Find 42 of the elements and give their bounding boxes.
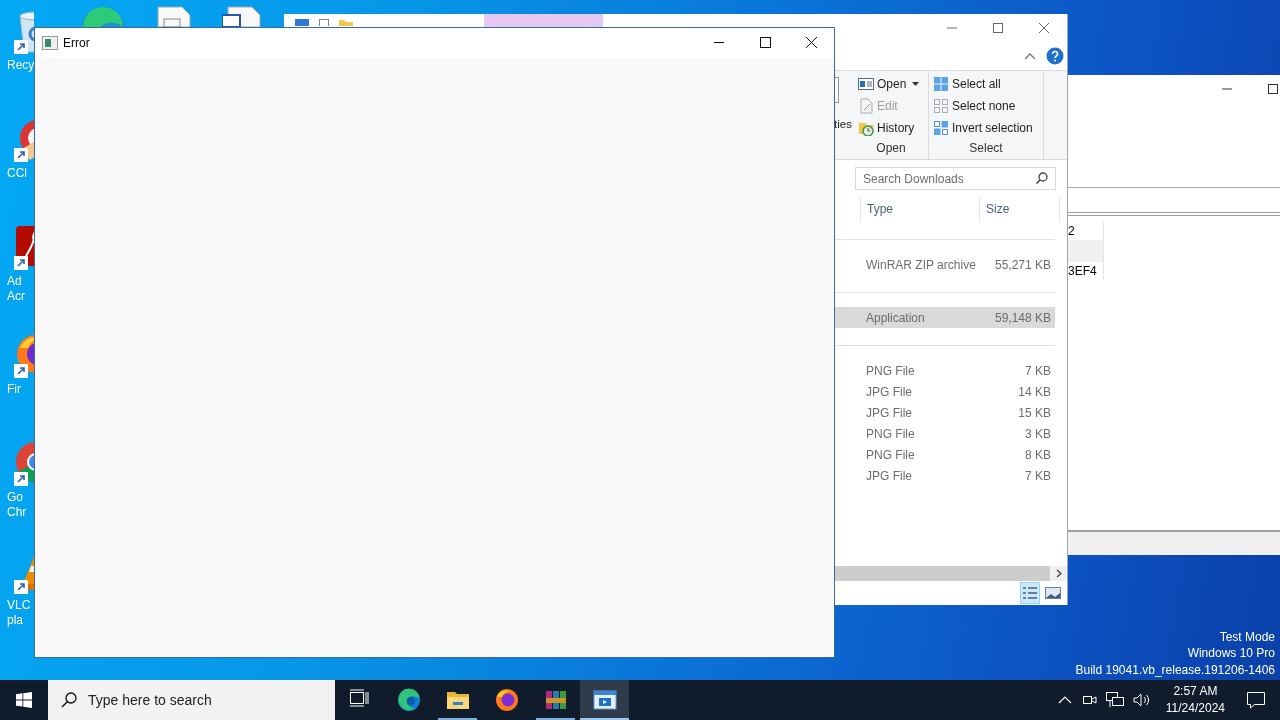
type-cell: Application <box>866 310 925 325</box>
type-cell: PNG File <box>866 447 915 462</box>
search-field[interactable]: Search Downloads <box>855 167 1056 190</box>
file-row[interactable]: PNG File 8 KB <box>835 444 1055 465</box>
ribbon-command[interactable]: Select all <box>933 73 1039 95</box>
ribbon-group-label: Select <box>968 140 1004 157</box>
file-row[interactable]: JPG File 14 KB <box>835 381 1055 402</box>
size-cell: 59,148 KB <box>994 310 1051 325</box>
type-cell: PNG File <box>866 363 915 378</box>
size-cell: 7 KB <box>1025 468 1051 483</box>
type-cell: JPG File <box>866 384 912 399</box>
ribbon-command[interactable]: History <box>858 117 924 139</box>
file-row[interactable]: JPG File 15 KB <box>835 402 1055 423</box>
type-cell: JPG File <box>866 405 912 420</box>
ribbon-label[interactable]: ties <box>834 118 854 130</box>
file-row[interactable]: Application 59,148 KB <box>835 307 1055 328</box>
size-cell: 14 KB <box>1018 384 1051 399</box>
system-info-text: Test Mode <box>1218 628 1275 645</box>
column-header[interactable]: Type <box>860 197 980 222</box>
size-cell: 55,271 KB <box>994 257 1051 272</box>
ribbon-group-label: Open <box>875 140 907 157</box>
file-row[interactable]: WinRAR ZIP archive 55,271 KB <box>835 254 1055 275</box>
taskbar-search-field[interactable]: Type here to search <box>48 680 335 720</box>
size-cell: 8 KB <box>1025 447 1051 462</box>
system-info-text: Build 19041.vb_release.191206-1406 <box>1075 661 1275 678</box>
file-row[interactable]: PNG File 7 KB <box>835 360 1055 381</box>
type-cell: WinRAR ZIP archive <box>866 257 976 272</box>
type-cell: PNG File <box>866 426 915 441</box>
desktop-icon-label[interactable]: VLC pla <box>7 598 33 628</box>
ribbon-command[interactable]: Open <box>858 73 924 95</box>
clock-button[interactable]: 2:57 AM 11/24/2024 <box>1159 683 1231 717</box>
type-cell: JPG File <box>866 468 912 483</box>
system-info-text: Windows 10 Pro <box>1186 645 1275 662</box>
size-cell: 15 KB <box>1018 405 1051 420</box>
size-cell: 3 KB <box>1025 426 1051 441</box>
column-header[interactable]: Size <box>980 197 1060 222</box>
file-row[interactable]: PNG File 3 KB <box>835 423 1055 444</box>
size-cell: 7 KB <box>1025 363 1051 378</box>
ribbon-command[interactable]: Select none <box>933 95 1039 117</box>
window-title: Error <box>63 36 90 50</box>
file-row[interactable]: JPG File 7 KB <box>835 465 1055 486</box>
ribbon-command[interactable]: Invert selection <box>933 117 1039 139</box>
